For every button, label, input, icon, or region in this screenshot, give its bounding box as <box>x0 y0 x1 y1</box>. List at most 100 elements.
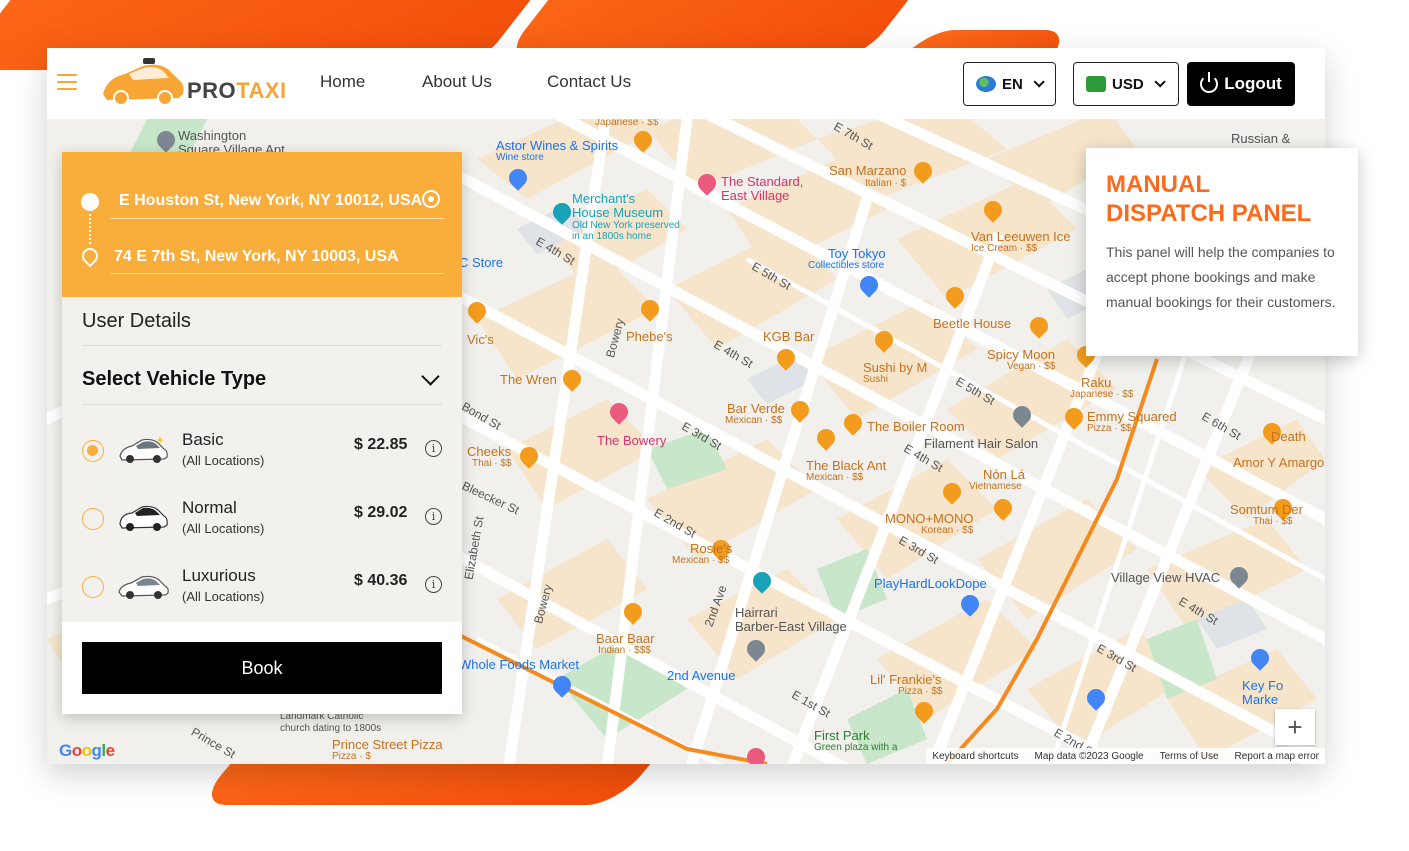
vehicle-name: Normal <box>182 498 237 517</box>
nav-contact-link[interactable]: Contact Us <box>547 72 631 92</box>
place-label: Marke <box>1242 692 1279 707</box>
terms-link[interactable]: Terms of Use <box>1160 751 1219 762</box>
place-label: Cheeks <box>467 444 512 459</box>
vehicle-radio[interactable] <box>82 508 104 530</box>
pickup-input[interactable]: E Houston St, New York, NY 10012, USA <box>119 192 422 210</box>
place-label: Beetle House <box>933 316 1012 331</box>
place-label: Thai · $$ <box>472 458 512 469</box>
place-label: Van Leeuwen Ice <box>971 229 1071 244</box>
place-label: Astor Wines & Spirits <box>496 138 619 153</box>
route-dotted-line <box>89 214 91 244</box>
place-label: Raku <box>1081 375 1112 390</box>
place-label: Hairrari <box>735 605 778 620</box>
vehicle-radio[interactable] <box>82 576 104 598</box>
place-label: Vietnamese <box>969 481 1022 492</box>
logout-label: Logout <box>1224 74 1282 93</box>
place-label: The Wren <box>500 372 557 387</box>
place-label: Vic's <box>467 332 494 347</box>
vehicle-scope: (All Locations) <box>182 521 265 536</box>
vehicle-scope: (All Locations) <box>182 589 265 604</box>
place-label: Barber-East Village <box>735 619 847 634</box>
stage: Washington Square Village Apt Astor Wine… <box>0 0 1409 851</box>
money-icon <box>1086 76 1106 92</box>
callout-title-line: MANUAL <box>1106 171 1210 198</box>
google-logo: Google <box>59 741 115 760</box>
place-label: San Marzano <box>829 163 907 178</box>
vehicle-radio[interactable] <box>82 440 104 462</box>
top-navbar: PROTAXI Home About Us Contact Us EN USD … <box>47 48 1325 119</box>
place-label: Key Fo <box>1242 678 1284 693</box>
place-label: Filament Hair Salon <box>924 436 1039 451</box>
panel-footer: Book <box>62 622 462 714</box>
place-label: Pizza · $$ <box>898 686 943 697</box>
place-label: KGB Bar <box>763 329 815 344</box>
place-label: MONO+MONO <box>885 511 974 526</box>
place-label: Bar Verde <box>727 401 785 416</box>
place-label: Green plaza with a <box>814 742 898 753</box>
zoom-in-button[interactable]: + <box>1275 709 1315 745</box>
place-label: Whole Foods Market <box>459 657 579 672</box>
place-label: Collectibles store <box>808 260 885 271</box>
language-dropdown[interactable]: EN <box>963 62 1056 106</box>
currency-dropdown[interactable]: USD <box>1073 62 1179 106</box>
place-label: Wine store <box>496 152 544 163</box>
place-label: Phebe's <box>626 329 673 344</box>
vehicle-option-luxurious[interactable]: Luxurious (All Locations) $ 40.36 i <box>82 564 442 614</box>
menu-icon[interactable] <box>57 74 77 90</box>
globe-icon <box>976 76 996 92</box>
nav-about-link[interactable]: About Us <box>422 72 492 92</box>
chevron-down-icon[interactable] <box>421 367 440 386</box>
place-label: Village View HVAC <box>1111 570 1221 585</box>
keyboard-shortcuts-link[interactable]: Keyboard shortcuts <box>932 751 1018 762</box>
divider <box>82 404 442 405</box>
vehicle-price: $ 29.02 <box>354 504 408 521</box>
place-label: Mexican · $$ <box>806 472 864 483</box>
place-label: House Museum <box>572 205 664 220</box>
place-label: First Park <box>814 728 870 743</box>
currency-label: USD <box>1112 75 1144 93</box>
vehicle-name: Basic <box>182 430 224 449</box>
power-icon <box>1200 72 1219 93</box>
info-icon[interactable]: i <box>425 576 442 593</box>
language-label: EN <box>1002 75 1023 93</box>
book-button[interactable]: Book <box>82 642 442 694</box>
place-label: Russian & <box>1231 131 1291 146</box>
place-label: Sushi by M <box>863 360 928 375</box>
vehicle-option-normal[interactable]: Normal (All Locations) $ 29.02 i <box>82 496 442 546</box>
select-vehicle-heading[interactable]: Select Vehicle Type <box>82 368 266 391</box>
place-label: Amor Y Amargo <box>1233 455 1325 470</box>
place-label: Baar Baar <box>596 631 655 646</box>
user-details-heading[interactable]: User Details <box>82 310 191 333</box>
place-label: 2nd Avenue <box>667 668 736 683</box>
place-label: Italian · $ <box>865 178 907 189</box>
place-label: in an 1800s home <box>572 231 652 242</box>
report-error-link[interactable]: Report a map error <box>1235 751 1319 762</box>
place-label: Vegan · $$ <box>1007 361 1056 372</box>
place-label: Nón Lá <box>983 467 1025 482</box>
vehicle-scope: (All Locations) <box>182 453 265 468</box>
nav-home-link[interactable]: Home <box>320 72 365 92</box>
current-location-icon[interactable] <box>422 190 440 208</box>
map-data-text: Map data ©2023 Google <box>1034 750 1144 762</box>
info-icon[interactable]: i <box>425 508 442 525</box>
dropoff-input[interactable]: 74 E 7th St, New York, NY 10003, USA <box>114 248 399 266</box>
place-label: Indian · $$$ <box>598 645 651 656</box>
place-label: church dating to 1800s <box>280 723 382 734</box>
place-label: Spicy Moon <box>987 347 1055 362</box>
place-label: The Boiler Room <box>867 419 965 434</box>
place-label: Korean · $$ <box>921 525 974 536</box>
chevron-down-icon <box>1154 76 1166 88</box>
place-label: Mexican · $$ <box>725 415 783 426</box>
logout-button[interactable]: Logout <box>1187 62 1295 106</box>
divider <box>110 273 444 274</box>
place-label: Somtum Der <box>1230 502 1303 517</box>
place-label: Lil' Frankie's <box>870 672 942 687</box>
info-icon[interactable]: i <box>425 440 442 457</box>
car-icon <box>119 505 168 531</box>
place-label: Japanese · $$ <box>1070 389 1134 400</box>
vehicle-option-basic[interactable]: Basic (All Locations) $ 22.85 i <box>82 428 442 478</box>
place-label: Sushi <box>863 374 889 385</box>
car-icon <box>118 575 169 599</box>
place-label: Toy Tokyo <box>828 246 886 261</box>
brand-logo[interactable]: PROTAXI <box>99 56 289 112</box>
